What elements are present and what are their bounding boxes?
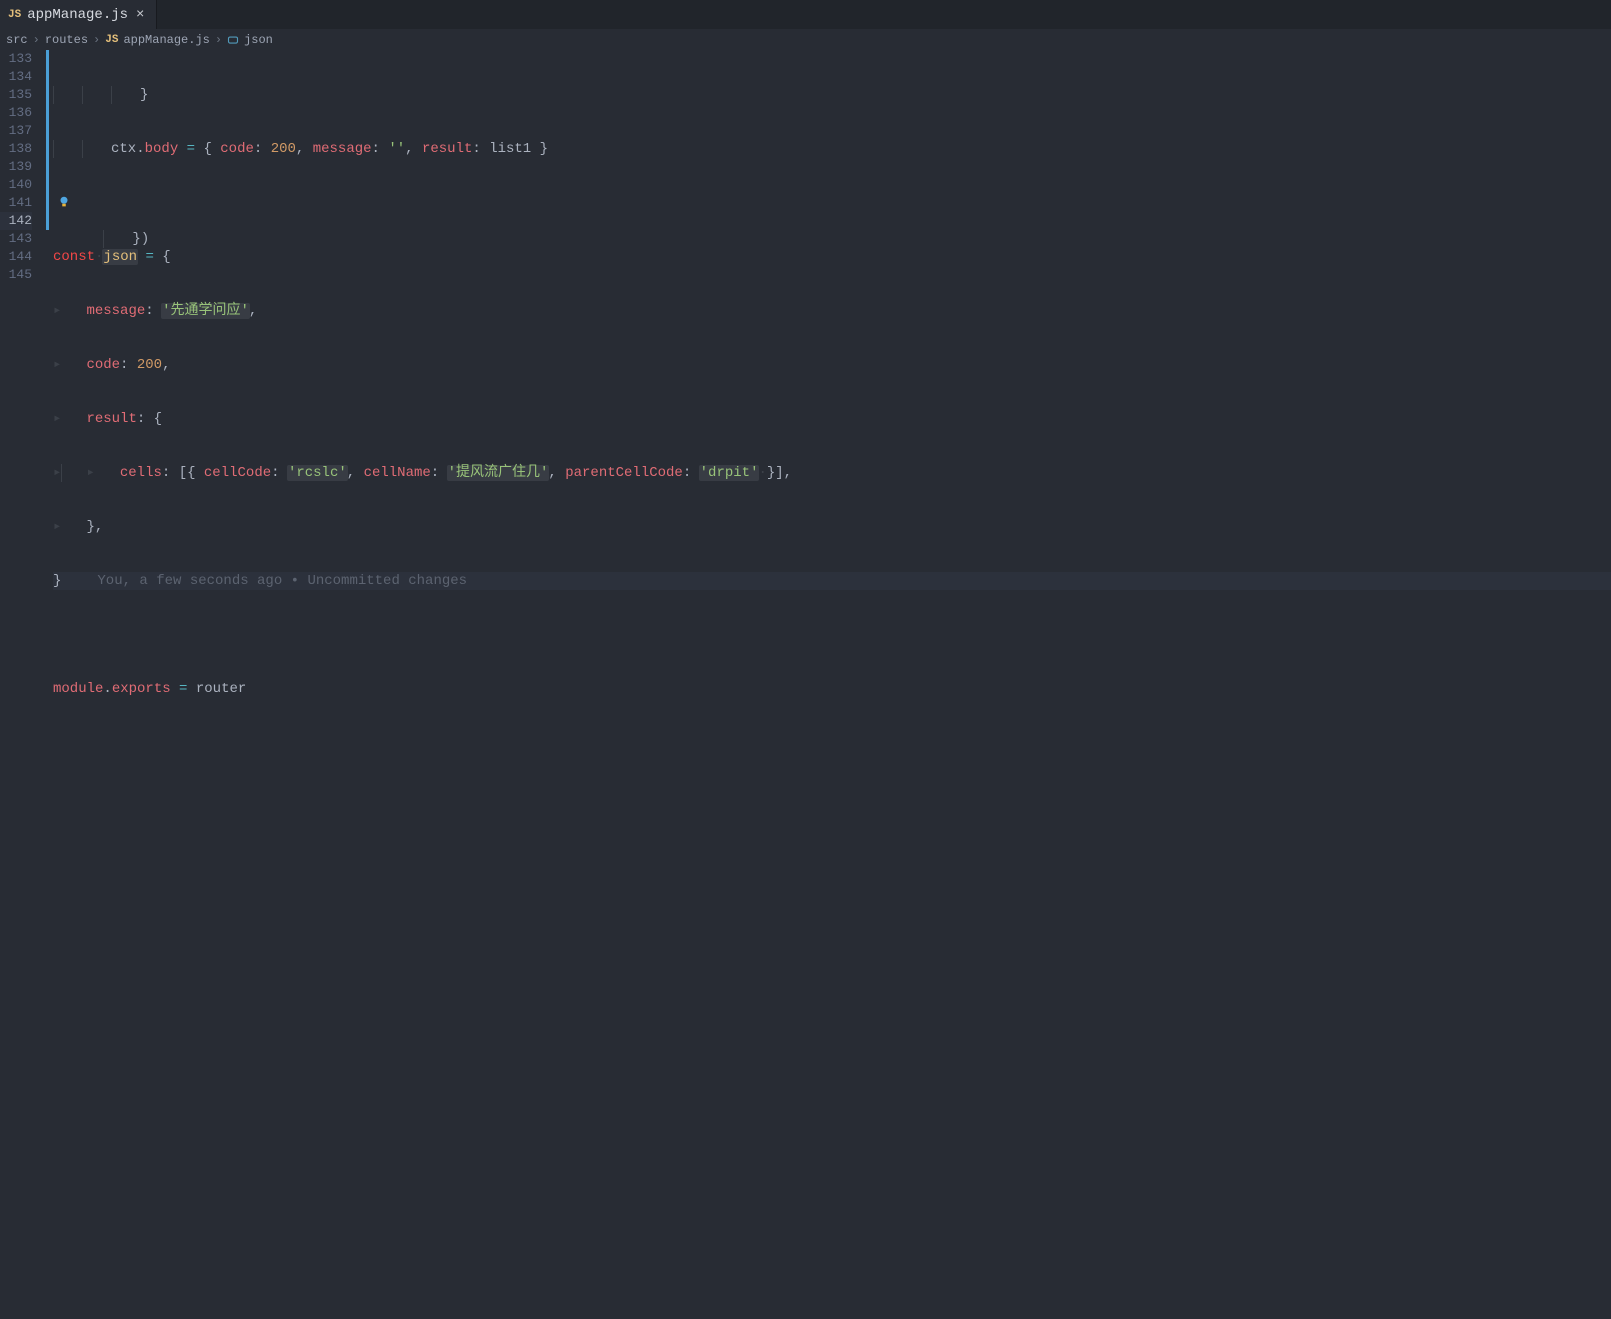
code-line[interactable] bbox=[53, 626, 1611, 644]
js-icon: JS bbox=[105, 34, 118, 46]
chevron-right-icon: › bbox=[215, 33, 222, 47]
code-line[interactable]: ▸▸cells: [{ cellCode: 'rcslc', cellName:… bbox=[53, 464, 1611, 482]
line-numbers: 133134135136137138139140141142143144145 bbox=[0, 50, 46, 1319]
close-icon[interactable]: × bbox=[134, 6, 146, 24]
chevron-right-icon: › bbox=[33, 33, 40, 47]
code-line[interactable]: const·json = { bbox=[53, 248, 1611, 266]
code-line[interactable]: ctx.body = { code: 200, message: '', res… bbox=[53, 140, 1611, 158]
tab-bar: JS appManage.js × bbox=[0, 0, 1611, 29]
code-line[interactable]: ▸result: { bbox=[53, 410, 1611, 428]
code-line[interactable]: module.exports = router bbox=[53, 680, 1611, 698]
code-line[interactable]: ▸message: '先通学问应', bbox=[53, 302, 1611, 320]
js-icon: JS bbox=[8, 9, 21, 21]
breadcrumb-symbol[interactable]: json bbox=[244, 33, 273, 47]
code-line[interactable] bbox=[53, 734, 1611, 752]
code-line[interactable]: }) bbox=[53, 194, 1611, 212]
breadcrumb-src[interactable]: src bbox=[6, 33, 28, 47]
code-line[interactable]: }You, a few seconds ago • Uncommitted ch… bbox=[53, 572, 1611, 590]
tab-filename: appManage.js bbox=[27, 7, 128, 23]
code-line[interactable]: ▸code: 200, bbox=[53, 356, 1611, 374]
chevron-right-icon: › bbox=[93, 33, 100, 47]
git-blame: You, a few seconds ago • Uncommitted cha… bbox=[97, 573, 467, 589]
breadcrumb-file[interactable]: appManage.js bbox=[123, 33, 209, 47]
breadcrumb: src › routes › JS appManage.js › json bbox=[0, 29, 1611, 50]
code-area[interactable]: } ctx.body = { code: 200, message: '', r… bbox=[49, 50, 1611, 1319]
code-line[interactable]: ▸}, bbox=[53, 518, 1611, 536]
tab-appmanage[interactable]: JS appManage.js × bbox=[0, 0, 157, 29]
breadcrumb-routes[interactable]: routes bbox=[45, 33, 88, 47]
lightbulb-icon[interactable] bbox=[57, 195, 71, 209]
code-line[interactable]: } bbox=[53, 86, 1611, 104]
editor[interactable]: 133134135136137138139140141142143144145 … bbox=[0, 50, 1611, 1319]
symbol-icon bbox=[227, 34, 239, 46]
